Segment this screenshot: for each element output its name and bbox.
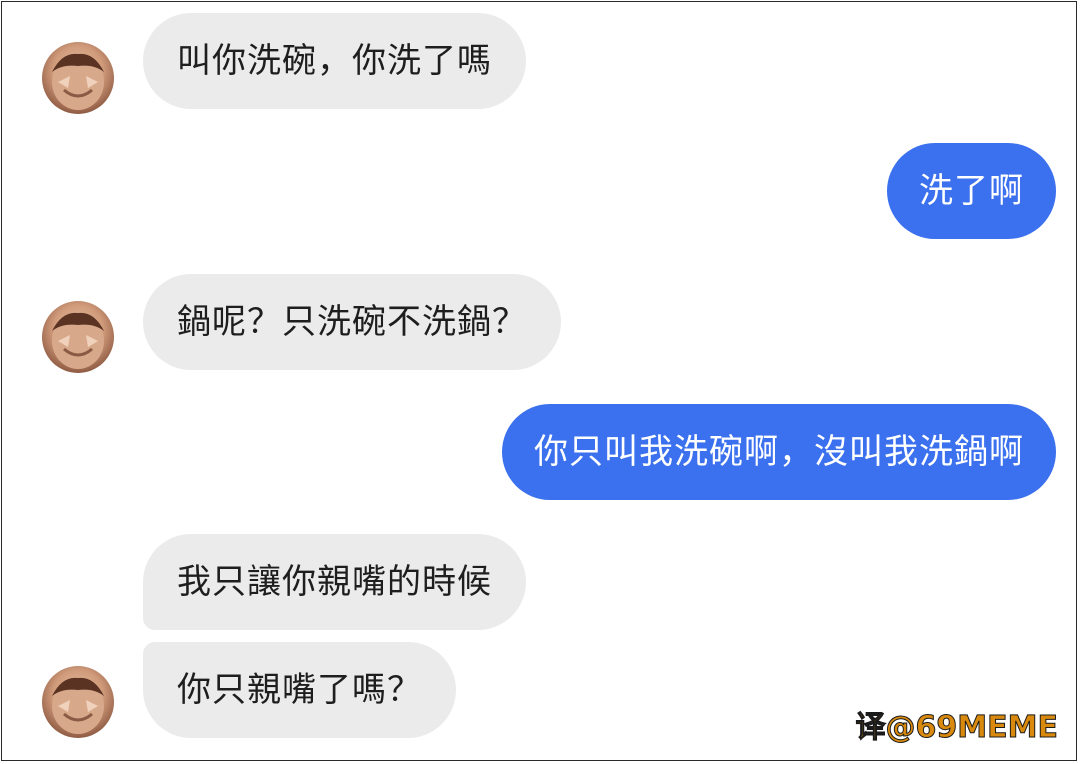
avatar-image bbox=[52, 677, 104, 734]
received-message[interactable]: 叫你洗碗，你洗了嗎 bbox=[143, 13, 526, 109]
avatar-image bbox=[52, 312, 104, 369]
contact-avatar[interactable] bbox=[42, 42, 114, 114]
chat-window: 叫你洗碗，你洗了嗎 洗了啊 鍋呢？只洗碗不洗鍋？ 你只叫我洗碗啊，沒叫我洗鍋啊 … bbox=[1, 1, 1077, 761]
received-message[interactable]: 你只親嘴了嗎？ bbox=[143, 642, 456, 738]
sent-message[interactable]: 洗了啊 bbox=[887, 143, 1056, 239]
contact-avatar[interactable] bbox=[42, 666, 114, 738]
received-message[interactable]: 鍋呢？只洗碗不洗鍋？ bbox=[143, 274, 561, 370]
watermark: 译@69MEME bbox=[855, 710, 1058, 746]
avatar-image bbox=[52, 53, 104, 110]
sent-message[interactable]: 你只叫我洗碗啊，沒叫我洗鍋啊 bbox=[502, 404, 1056, 500]
received-message[interactable]: 我只讓你親嘴的時候 bbox=[143, 534, 526, 630]
contact-avatar[interactable] bbox=[42, 301, 114, 373]
